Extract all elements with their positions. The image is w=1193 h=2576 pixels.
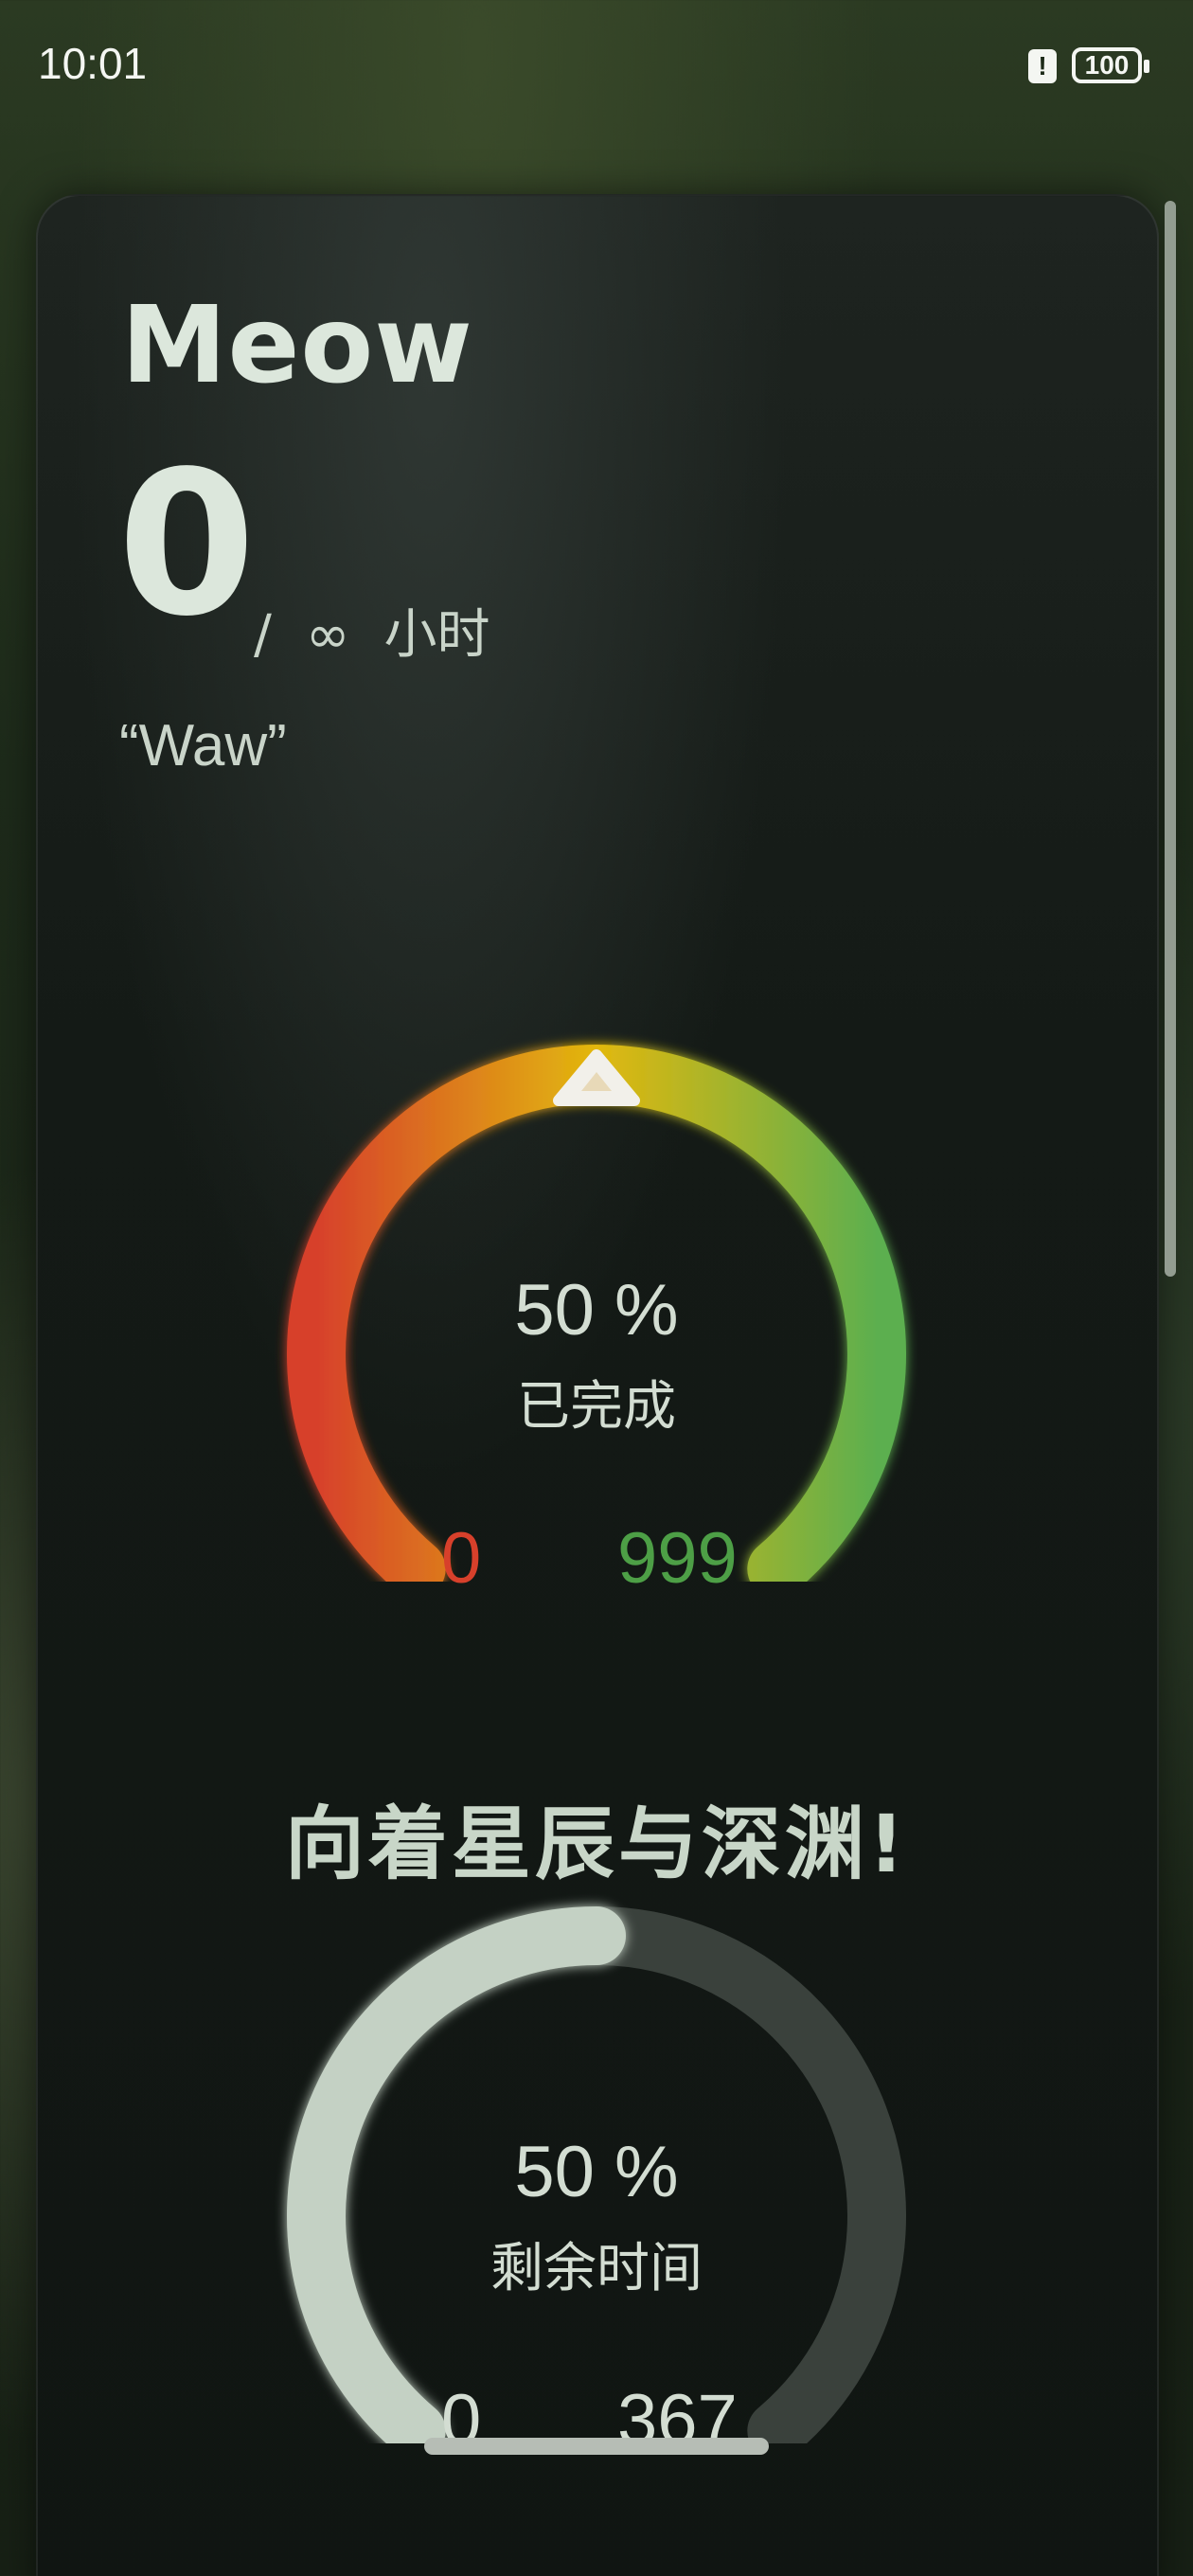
progress-percent: 50 % (514, 1270, 679, 1351)
status-bar: 10:01 ! 100 (0, 0, 1193, 133)
count-suffix: / ∞ 小时 (254, 592, 525, 669)
alert-icon: ! (1028, 49, 1057, 83)
remaining-gauge: 50 % 剩余时间 0 367 (275, 1875, 918, 2460)
suffix-slash: / (254, 604, 272, 666)
battery-icon: 100 (1072, 47, 1149, 83)
progress-max: 999 (617, 1518, 738, 1599)
status-time: 10:01 (38, 39, 148, 88)
remaining-percent: 50 % (514, 2132, 679, 2212)
progress-label: 已完成 (517, 1376, 676, 1438)
progress-min: 0 (441, 1518, 482, 1599)
progress-gauge: 50 % 已完成 0 999 (275, 1013, 918, 1599)
hours-count: 0 (117, 428, 257, 660)
infinity-symbol: ∞ (305, 604, 350, 666)
remaining-label: 剩余时间 (490, 2238, 703, 2299)
quote-text: “Waw” (119, 713, 287, 778)
app-title: Meow (121, 284, 473, 407)
unit-label: 小时 (383, 604, 490, 666)
home-indicator[interactable] (424, 2438, 769, 2455)
scrollbar[interactable] (1165, 201, 1176, 1277)
